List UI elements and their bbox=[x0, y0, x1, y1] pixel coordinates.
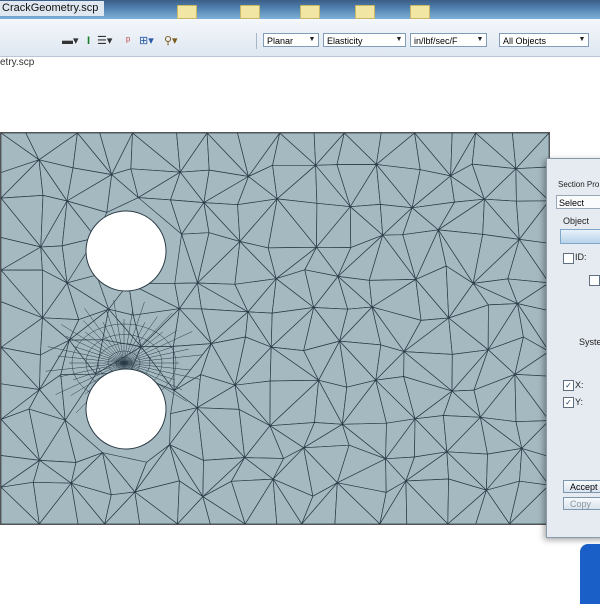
object-filter-select[interactable]: All Objects ▼ bbox=[499, 33, 589, 47]
load-icon[interactable]: ⚲▾ bbox=[164, 35, 178, 47]
x-checkbox[interactable]: ✓ bbox=[563, 380, 574, 391]
chevron-down-icon: ▼ bbox=[395, 36, 403, 43]
taskbar-corner bbox=[580, 544, 600, 604]
pin-icon[interactable]: ᵖ bbox=[126, 35, 130, 47]
grid-icon[interactable]: ☰▾ bbox=[97, 35, 112, 47]
constraint-icon[interactable]: ⊞▾ bbox=[139, 35, 154, 47]
chevron-down-icon: ▼ bbox=[476, 36, 484, 43]
object-field[interactable] bbox=[560, 229, 600, 244]
object-filter-value: All Objects bbox=[503, 36, 547, 46]
folder-icon bbox=[240, 5, 260, 19]
system-label: Syste bbox=[579, 337, 600, 347]
accept-label: Accept bbox=[570, 482, 598, 492]
id-label: ID: bbox=[575, 252, 587, 262]
chevron-down-icon: ▼ bbox=[578, 36, 586, 43]
y-label: Y: bbox=[575, 397, 584, 407]
window-title: CrackGeometry.scp bbox=[0, 1, 105, 16]
select-dropdown[interactable]: Select bbox=[556, 195, 600, 209]
folder-icon bbox=[177, 5, 197, 19]
beam-icon[interactable]: I bbox=[87, 35, 90, 47]
analysis-mode-value: Elasticity bbox=[327, 36, 363, 46]
dialog-title: Section Pro bbox=[558, 180, 600, 189]
y-checkbox[interactable]: ✓ bbox=[563, 397, 574, 408]
copy-label: Copy bbox=[570, 499, 592, 509]
select-label: Select bbox=[559, 198, 585, 208]
document-tab[interactable]: etry.scp bbox=[0, 57, 34, 68]
lower-hole bbox=[85, 368, 167, 450]
folder-icon bbox=[410, 5, 430, 19]
analysis-mode-select[interactable]: Elasticity ▼ bbox=[323, 33, 406, 47]
copy-button[interactable]: Copy bbox=[563, 497, 600, 510]
layer-icon[interactable]: ▬▾ bbox=[62, 35, 79, 47]
units-select[interactable]: in/lbf/sec/F ▼ bbox=[410, 33, 487, 47]
folder-icon bbox=[300, 5, 320, 19]
title-bar: CrackGeometry.scp bbox=[0, 0, 600, 19]
option-checkbox[interactable] bbox=[589, 275, 600, 286]
folder-icon bbox=[355, 5, 375, 19]
accept-button[interactable]: Accept bbox=[563, 480, 600, 493]
analysis-type-select[interactable]: Planar ▼ bbox=[263, 33, 319, 47]
id-checkbox[interactable] bbox=[563, 253, 574, 264]
units-value: in/lbf/sec/F bbox=[414, 36, 458, 46]
object-label: Object bbox=[563, 216, 590, 226]
toolbar-separator bbox=[256, 33, 257, 49]
toolbar: ▬▾ I ☰▾ ᵖ ⊞▾ ⚲▾ Planar ▼ Elasticity ▼ in… bbox=[0, 19, 600, 57]
mesh-plot bbox=[1, 133, 549, 524]
upper-hole bbox=[85, 210, 167, 292]
analysis-type-value: Planar bbox=[267, 36, 294, 46]
x-label: X: bbox=[575, 380, 584, 390]
mesh-elements bbox=[1, 133, 549, 524]
chevron-down-icon: ▼ bbox=[308, 36, 316, 43]
mesh-viewport[interactable] bbox=[0, 132, 550, 525]
